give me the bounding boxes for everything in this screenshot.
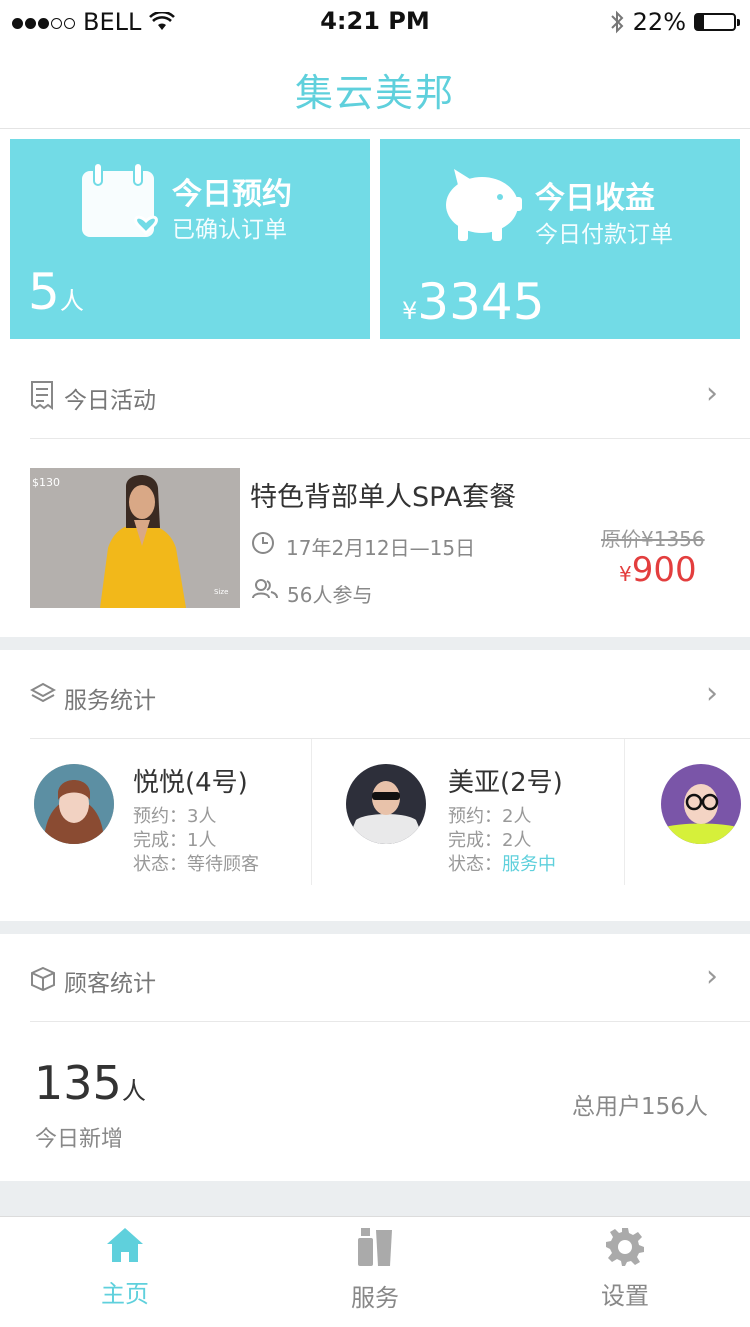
appointments-value: 5 xyxy=(28,263,60,321)
booked-value: 2人 xyxy=(502,806,532,827)
battery-area: 22% xyxy=(609,8,740,36)
staff-separator xyxy=(311,739,312,885)
header-divider xyxy=(0,128,750,129)
activity-item[interactable]: $130 Size 特色背部单人SPA套餐 17年2月12日—15日 56人参与… xyxy=(0,439,750,637)
chevron-right-icon[interactable]: › xyxy=(706,959,718,994)
cosmetics-icon xyxy=(358,1228,392,1266)
state-value: 等待顾客 xyxy=(187,854,259,875)
tab-service-label: 服务 xyxy=(351,1284,399,1312)
done-label: 完成： xyxy=(133,830,187,851)
customer-section-title: 顾客统计 xyxy=(64,971,156,997)
tab-home-label: 主页 xyxy=(101,1280,149,1308)
state-value: 服务中 xyxy=(502,854,556,875)
section-gap xyxy=(0,1181,750,1216)
customer-header[interactable]: 顾客统计 › xyxy=(0,934,750,1021)
new-customers-label: 今日新增 xyxy=(35,1127,124,1152)
activity-participants: 56人参与 xyxy=(287,583,373,607)
revenue-subtitle: 今日付款订单 xyxy=(535,222,673,248)
appointments-title: 今日预约 xyxy=(172,177,292,212)
revenue-currency: ¥ xyxy=(402,297,418,325)
done-label: 完成： xyxy=(448,830,502,851)
activity-date: 17年2月12日—15日 xyxy=(286,536,476,560)
battery-icon xyxy=(694,13,740,31)
revenue-title: 今日收益 xyxy=(535,181,655,216)
booked-label: 预约： xyxy=(133,806,187,827)
layers-icon xyxy=(30,682,56,703)
app-logo: 集云美邦 xyxy=(294,71,455,115)
avatar xyxy=(34,764,114,844)
tab-service[interactable]: 服务 xyxy=(250,1226,500,1313)
home-icon xyxy=(107,1228,143,1262)
activity-image: $130 Size xyxy=(30,468,240,608)
new-customers-value: 135 xyxy=(34,1056,122,1110)
piggy-bank-icon xyxy=(446,169,522,241)
avatar xyxy=(346,764,426,844)
staff-name: 美亚(2号) xyxy=(448,768,563,798)
new-customers-unit: 人 xyxy=(121,1077,146,1105)
activity-price: ¥900 xyxy=(619,550,697,590)
price-currency: ¥ xyxy=(619,562,632,586)
done-value: 1人 xyxy=(187,830,217,851)
appointments-card[interactable]: 今日预约 已确认订单 5人 xyxy=(10,139,370,339)
chevron-right-icon[interactable]: › xyxy=(706,376,718,411)
avatar xyxy=(661,764,741,844)
section-gap xyxy=(0,637,750,650)
state-label: 状态： xyxy=(448,854,502,875)
staff-name: 悦悦(4号) xyxy=(133,768,248,798)
bluetooth-icon xyxy=(610,10,624,34)
done-value: 2人 xyxy=(502,830,532,851)
service-section-title: 服务统计 xyxy=(64,688,156,714)
state-label: 状态： xyxy=(133,854,187,875)
tab-home[interactable]: 主页 xyxy=(0,1226,250,1309)
image-tag: $130 xyxy=(32,476,60,489)
clock-icon xyxy=(252,532,274,554)
booked-value: 3人 xyxy=(187,806,217,827)
new-customers: 135人 xyxy=(34,1056,146,1110)
total-users: 总用户156人 xyxy=(572,1094,708,1120)
appointments-subtitle: 已确认订单 xyxy=(172,217,287,243)
revenue-card[interactable]: 今日收益 今日付款订单 ¥3345 xyxy=(380,139,740,339)
staff-list[interactable]: 悦悦(4号) 预约：3人 完成：1人 状态：等待顾客 美亚(2号) 预约：2人 … xyxy=(0,739,750,921)
service-header[interactable]: 服务统计 › xyxy=(0,650,750,738)
revenue-amount: ¥3345 xyxy=(402,273,545,331)
appointments-unit: 人 xyxy=(59,287,84,315)
activity-header[interactable]: 今日活动 › xyxy=(0,350,750,438)
model-photo xyxy=(30,468,240,608)
image-tag-size: Size xyxy=(214,588,229,596)
calendar-icon xyxy=(82,163,158,237)
original-price: 原价¥1356 xyxy=(601,527,705,551)
booked-label: 预约： xyxy=(448,806,502,827)
customer-divider xyxy=(30,1021,750,1022)
staff-details: 预约：3人 完成：1人 状态：等待顾客 xyxy=(133,805,259,877)
activity-section-title: 今日活动 xyxy=(64,388,156,414)
tab-settings-label: 设置 xyxy=(601,1282,649,1310)
revenue-value: 3345 xyxy=(417,273,545,331)
appointments-count: 5人 xyxy=(28,263,84,321)
chevron-right-icon[interactable]: › xyxy=(706,676,718,711)
people-icon xyxy=(252,579,278,599)
gear-icon xyxy=(606,1228,644,1266)
cube-icon xyxy=(31,966,55,992)
receipt-icon xyxy=(31,381,53,410)
battery-percent: 22% xyxy=(632,8,686,36)
activity-name: 特色背部单人SPA套餐 xyxy=(250,482,517,513)
status-bar: BELL 4:21 PM 22% xyxy=(0,0,750,42)
tab-settings[interactable]: 设置 xyxy=(500,1226,750,1311)
section-gap xyxy=(0,921,750,934)
tabbar-divider xyxy=(0,1216,750,1217)
staff-separator xyxy=(624,739,625,885)
price-value: 900 xyxy=(631,550,697,590)
staff-details: 预约：2人 完成：2人 状态：服务中 xyxy=(448,805,556,877)
